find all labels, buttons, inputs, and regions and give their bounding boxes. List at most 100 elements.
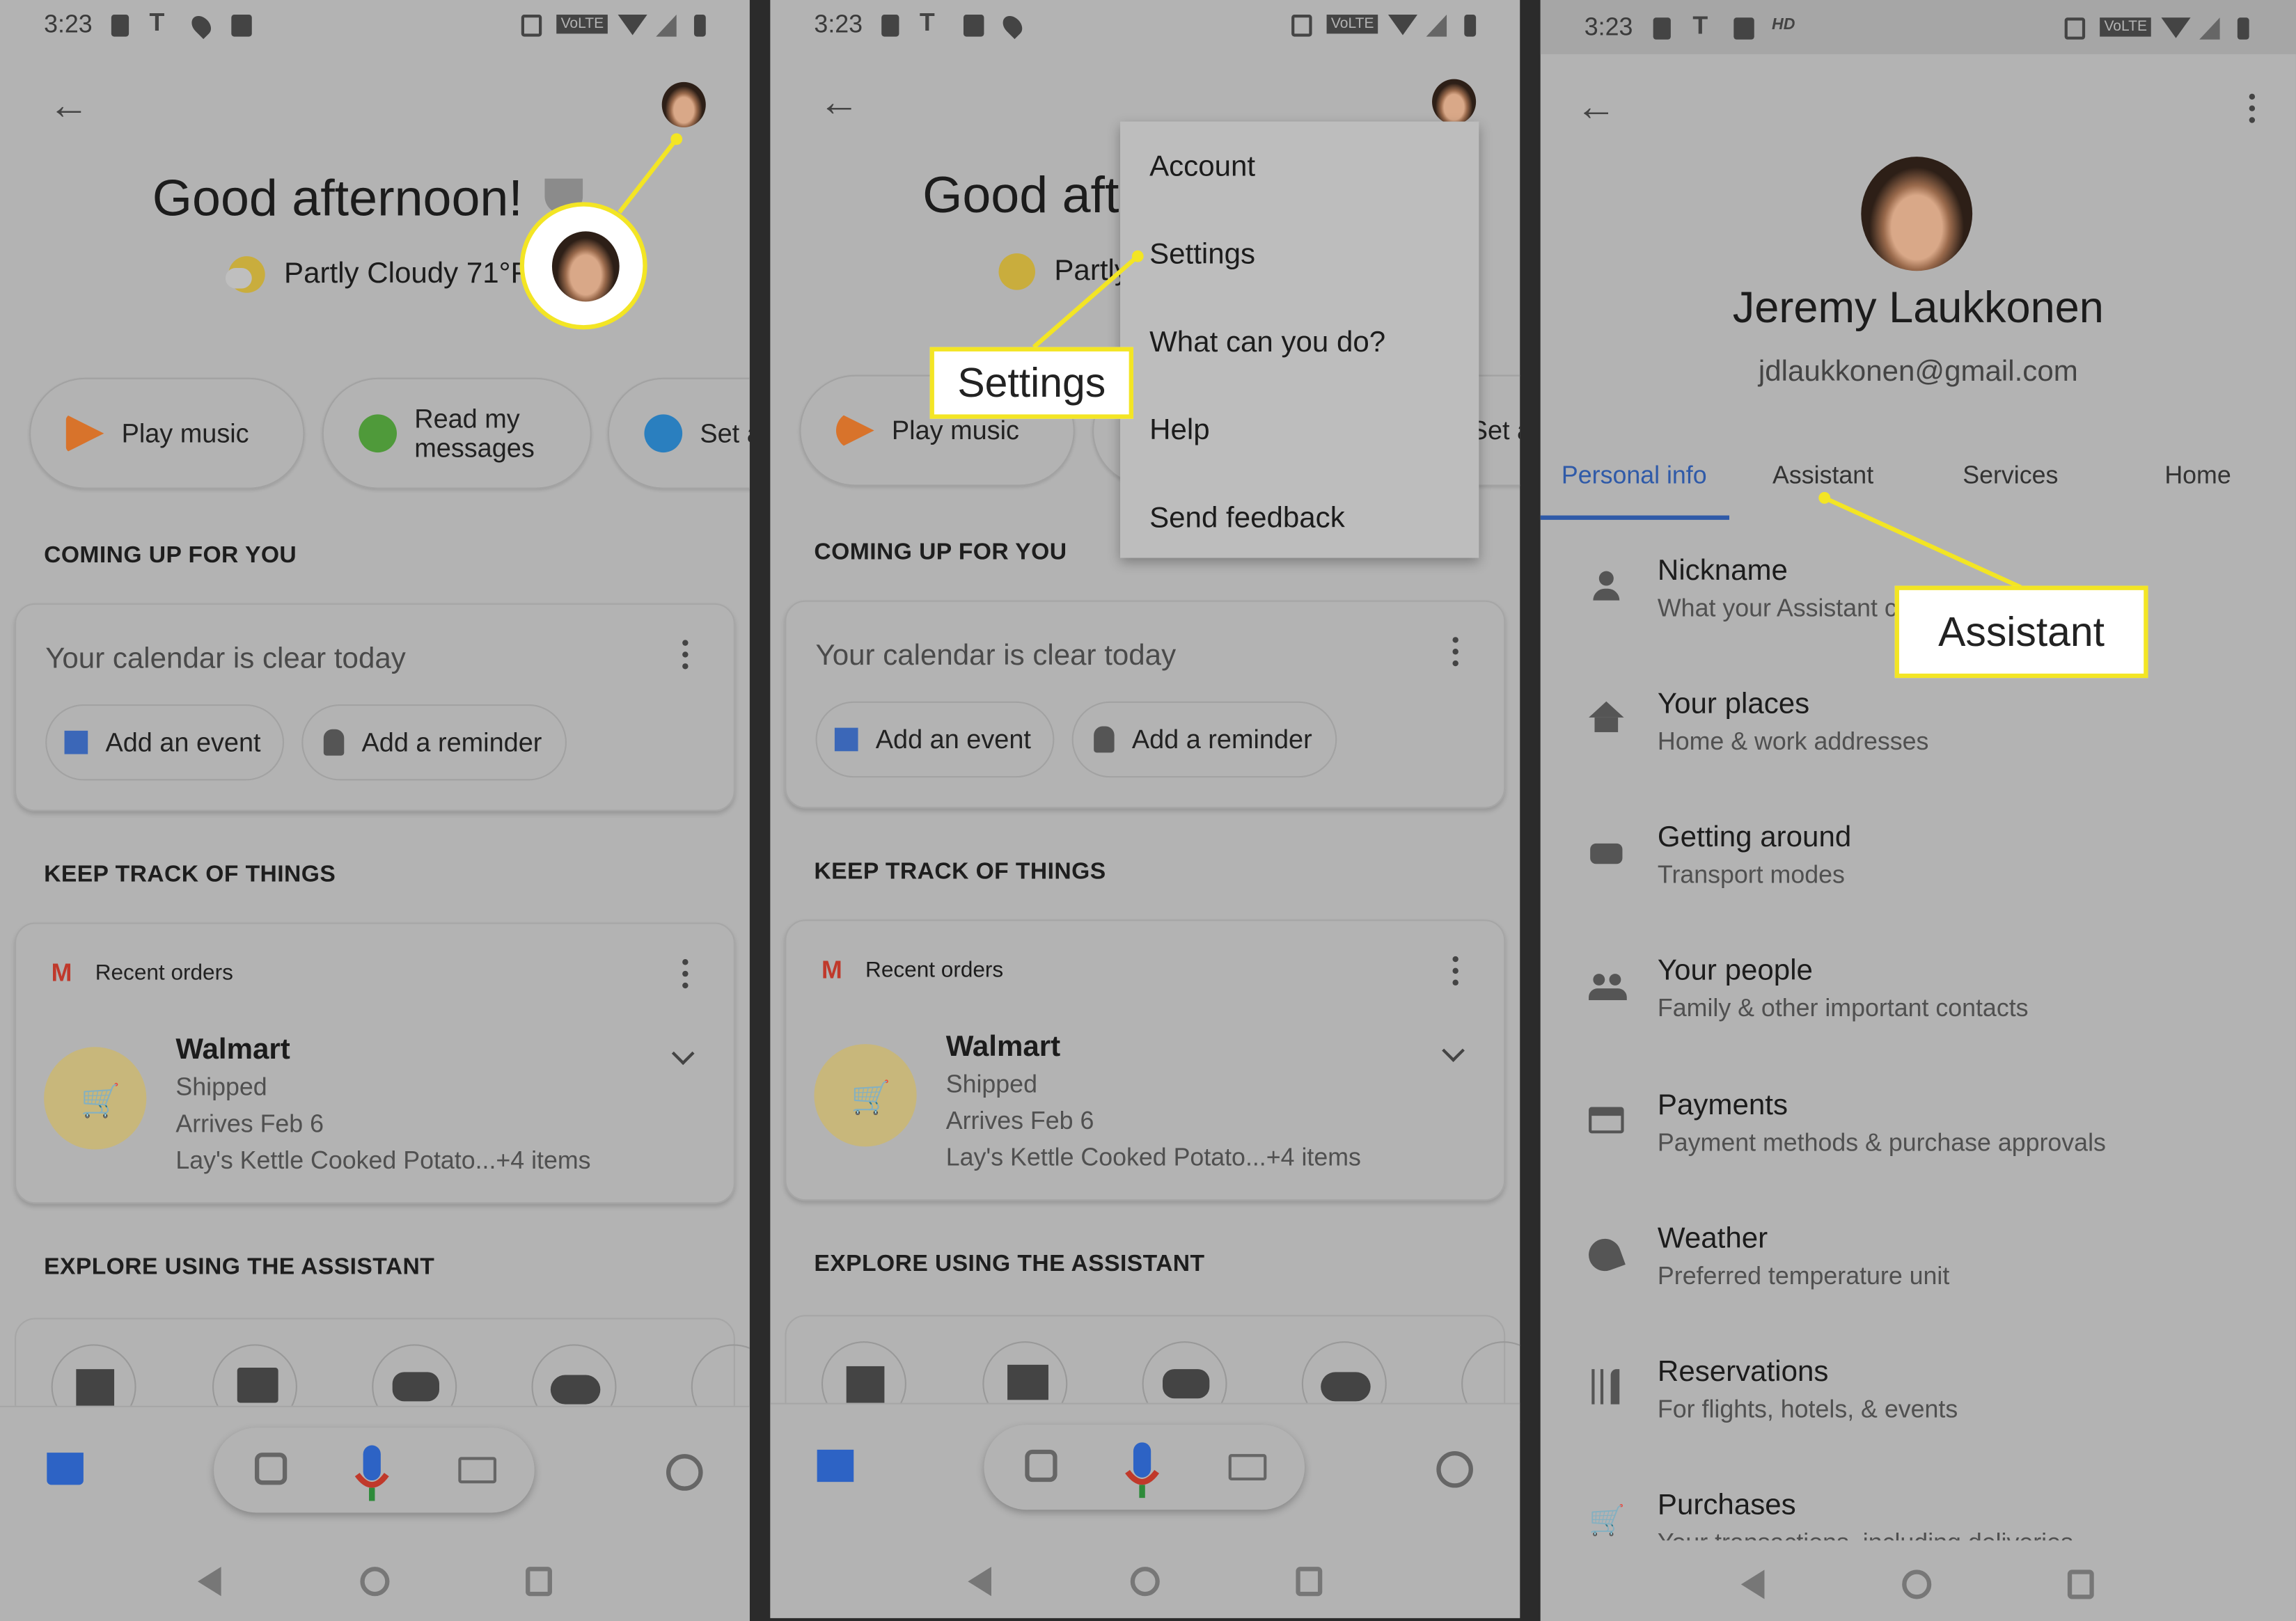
section-heading-coming-up: COMING UP FOR YOU xyxy=(44,543,297,569)
explore-compass-icon[interactable] xyxy=(666,1454,703,1491)
list-item-weather[interactable]: Weather Preferred temperature unit xyxy=(1541,1221,2296,1309)
calendar-icon xyxy=(834,727,858,752)
input-pill xyxy=(214,1428,535,1513)
alarm-icon xyxy=(644,414,683,453)
nav-home-icon[interactable] xyxy=(1130,1567,1160,1597)
avatar-enlarged xyxy=(551,231,620,302)
item-subtitle: Preferred temperature unit xyxy=(1657,1262,1950,1290)
nav-back-icon[interactable] xyxy=(197,1567,221,1597)
button-label: Add a reminder xyxy=(361,727,542,757)
section-heading-coming-up: COMING UP FOR YOU xyxy=(814,540,1067,566)
calendar-text: Your calendar is clear today xyxy=(815,640,1177,672)
order-status: Shipped xyxy=(175,1073,267,1102)
add-event-button[interactable]: Add an event xyxy=(815,701,1055,778)
list-item-your-people[interactable]: Your people Family & other important con… xyxy=(1541,954,2296,1041)
keyboard-icon[interactable] xyxy=(1228,1454,1267,1481)
item-subtitle: Payment methods & purchase approvals xyxy=(1657,1129,2106,1157)
item-subtitle: Family & other important contacts xyxy=(1657,994,2029,1022)
order-arrival: Arrives Feb 6 xyxy=(945,1107,1094,1135)
list-item-reservations[interactable]: Reservations For flights, hotels, & even… xyxy=(1541,1354,2296,1442)
home-icon xyxy=(1589,701,1624,736)
chat-icon xyxy=(237,1368,278,1403)
chip-label: Set a xyxy=(700,418,750,448)
gmail-icon: M xyxy=(821,956,842,984)
calendar-icon xyxy=(64,730,88,754)
chat-icon xyxy=(1007,1364,1048,1400)
nav-back-icon[interactable] xyxy=(1740,1569,1765,1599)
add-reminder-button[interactable]: Add a reminder xyxy=(301,704,567,781)
more-options-icon[interactable] xyxy=(1452,637,1458,667)
gamepad-icon xyxy=(1163,1369,1210,1399)
car-icon xyxy=(1589,837,1623,872)
add-event-button[interactable]: Add an event xyxy=(45,704,285,781)
more-options-icon[interactable] xyxy=(682,640,689,670)
cart-icon: 🛒 xyxy=(1589,1505,1626,1538)
cart-icon: 🛒 xyxy=(80,1082,121,1119)
nav-home-icon[interactable] xyxy=(360,1567,390,1597)
nav-back-icon[interactable] xyxy=(968,1567,991,1597)
settings-callout: Settings xyxy=(929,347,1133,419)
button-label: Add an event xyxy=(875,724,1031,754)
order-items: Lay's Kettle Cooked Potato...+4 items xyxy=(945,1144,1361,1172)
lens-icon[interactable] xyxy=(254,1453,288,1485)
cloud-icon xyxy=(550,1375,601,1405)
nav-recents-icon[interactable] xyxy=(526,1567,552,1597)
order-store: Walmart xyxy=(175,1034,290,1066)
list-item-getting-around[interactable]: Getting around Transport modes xyxy=(1541,820,2296,908)
chevron-down-icon[interactable] xyxy=(1442,1039,1465,1062)
keyboard-icon[interactable] xyxy=(458,1457,497,1484)
item-title: Weather xyxy=(1657,1222,1768,1256)
chip-set-alarm[interactable]: Set a xyxy=(607,377,750,489)
menu-item-send-feedback[interactable]: Send feedback xyxy=(1149,503,1345,536)
people-icon xyxy=(1589,971,1627,1006)
chip-play-music[interactable]: Play music xyxy=(29,377,305,489)
item-subtitle: Transport modes xyxy=(1657,861,1845,889)
item-subtitle: Your transactions, including deliveries xyxy=(1658,1528,2073,1540)
list-item-purchases[interactable]: 🛒 Purchases Your transactions, including… xyxy=(1541,1488,2296,1541)
add-reminder-button[interactable]: Add a reminder xyxy=(1071,701,1337,778)
updates-icon[interactable] xyxy=(47,1453,84,1485)
cart-icon: 🛒 xyxy=(851,1079,891,1116)
section-heading-keep-track: KEEP TRACK OF THINGS xyxy=(814,859,1106,885)
more-options-icon[interactable] xyxy=(682,959,689,989)
nav-recents-icon[interactable] xyxy=(1296,1567,1323,1597)
list-item-payments[interactable]: Payments Payment methods & purchase appr… xyxy=(1541,1088,2296,1176)
recent-orders-label: Recent orders xyxy=(95,960,233,986)
section-heading-keep-track: KEEP TRACK OF THINGS xyxy=(44,862,336,887)
gmail-icon: M xyxy=(51,959,72,988)
cart-circle: 🛒 xyxy=(814,1044,917,1147)
account-settings-panel: 3:23 T HD VoLTE ← Jeremy Laukkonen jdlau… xyxy=(1540,0,2296,1621)
microphone-icon[interactable] xyxy=(354,1445,389,1501)
avatar-callout xyxy=(519,202,647,330)
button-label: Add an event xyxy=(105,727,261,757)
reminder-icon xyxy=(323,729,345,756)
weather-icon xyxy=(1584,1234,1626,1276)
updates-icon[interactable] xyxy=(817,1449,854,1482)
nav-recents-icon[interactable] xyxy=(2067,1569,2094,1599)
calendar-card: Your calendar is clear today Add an even… xyxy=(785,600,1506,809)
item-title: Purchases xyxy=(1657,1489,1796,1521)
screenshot-composite: 3:23 T VoLTE ← Good afternoon! Partly Cl… xyxy=(0,0,2296,1621)
credit-card-icon xyxy=(1589,1105,1624,1140)
nav-home-icon[interactable] xyxy=(1902,1569,1932,1599)
explore-compass-icon[interactable] xyxy=(1436,1450,1473,1488)
chevron-down-icon[interactable] xyxy=(671,1042,695,1066)
news-icon xyxy=(846,1366,885,1405)
orders-card[interactable]: M Recent orders 🛒 Walmart Shipped Arrive… xyxy=(785,919,1506,1201)
orders-card[interactable]: M Recent orders 🛒 Walmart Shipped Arrive… xyxy=(15,922,735,1204)
item-title: Reservations xyxy=(1657,1356,1829,1389)
chip-read-messages[interactable]: Read my messages xyxy=(322,377,592,489)
item-subtitle: For flights, hotels, & events xyxy=(1657,1395,1958,1423)
assistant-home-panel: 3:23 T VoLTE ← Good afternoon! Partly Cl… xyxy=(0,0,750,1621)
order-arrival: Arrives Feb 6 xyxy=(175,1109,324,1138)
button-label: Add a reminder xyxy=(1131,724,1312,754)
messages-icon xyxy=(359,414,397,453)
calendar-card: Your calendar is clear today Add an even… xyxy=(15,603,735,812)
play-music-icon xyxy=(65,414,104,453)
microphone-icon[interactable] xyxy=(1124,1442,1160,1499)
more-options-icon[interactable] xyxy=(1452,956,1458,986)
section-heading-explore: EXPLORE USING THE ASSISTANT xyxy=(814,1251,1205,1277)
lens-icon[interactable] xyxy=(1025,1449,1057,1482)
chip-label: Read my messages xyxy=(414,404,535,463)
callout-line xyxy=(618,133,683,214)
